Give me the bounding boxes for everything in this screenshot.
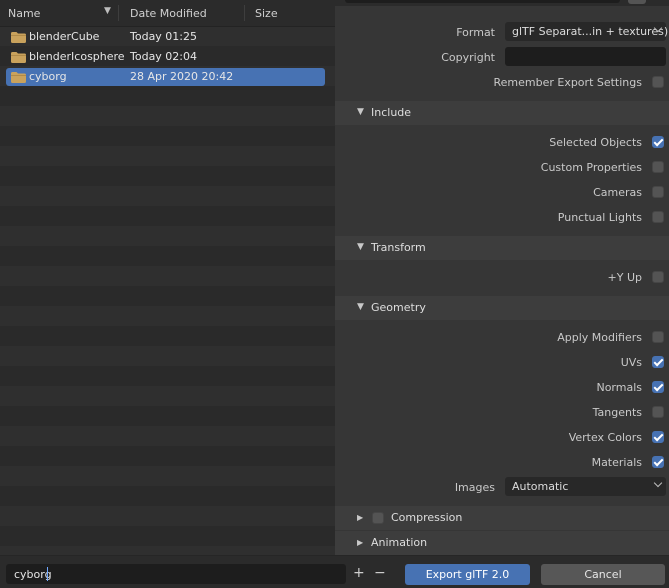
- compression-title: Compression: [391, 511, 463, 524]
- file-name: blenderCube: [29, 30, 100, 43]
- column-divider[interactable]: [118, 5, 119, 21]
- punctual-lights-label: Punctual Lights: [557, 211, 642, 224]
- column-name[interactable]: Name: [8, 7, 40, 20]
- export-options-panel: Format glTF Separat...in + textures) Cop…: [335, 0, 669, 555]
- file-date: Today 01:25: [130, 30, 198, 43]
- chevron-down-icon: [653, 478, 663, 488]
- file-row-blendericosphere[interactable]: blenderIcosphere Today 02:04: [6, 48, 325, 66]
- panel-top-button[interactable]: [628, 0, 646, 4]
- triangle-down-icon: ▼: [357, 302, 364, 312]
- export-gltf-button[interactable]: Export glTF 2.0: [405, 564, 530, 585]
- file-name: blenderIcosphere: [29, 50, 125, 63]
- normals-checkbox[interactable]: [652, 381, 664, 393]
- custom-properties-checkbox[interactable]: [652, 161, 664, 173]
- increment-filename-button[interactable]: +: [353, 565, 365, 581]
- animation-section-header[interactable]: ▶ Animation: [335, 531, 669, 555]
- vertex-colors-checkbox[interactable]: [652, 431, 664, 443]
- file-row-blendercube[interactable]: blenderCube Today 01:25: [6, 28, 325, 46]
- materials-label: Materials: [591, 456, 642, 469]
- column-size[interactable]: Size: [255, 7, 278, 20]
- y-up-label: +Y Up: [607, 271, 642, 284]
- folder-icon: [11, 72, 26, 83]
- images-label: Images: [454, 481, 495, 494]
- file-row-cyborg[interactable]: cyborg 28 Apr 2020 20:42: [6, 68, 325, 86]
- tangents-label: Tangents: [592, 406, 642, 419]
- cameras-label: Cameras: [593, 186, 642, 199]
- file-name: cyborg: [29, 70, 67, 83]
- vertex-colors-label: Vertex Colors: [568, 431, 642, 444]
- triangle-down-icon: ▼: [357, 242, 364, 252]
- file-dialog-footer: + − Export glTF 2.0 Cancel: [0, 555, 669, 588]
- apply-modifiers-label: Apply Modifiers: [557, 331, 642, 344]
- selected-objects-checkbox[interactable]: [652, 136, 664, 148]
- cameras-checkbox[interactable]: [652, 186, 664, 198]
- geometry-section-header[interactable]: ▼ Geometry: [335, 296, 669, 320]
- selected-objects-label: Selected Objects: [549, 136, 642, 149]
- animation-title: Animation: [371, 536, 428, 549]
- tangents-checkbox[interactable]: [652, 406, 664, 418]
- transform-section-header[interactable]: ▼ Transform: [335, 236, 669, 260]
- triangle-right-icon: ▶: [357, 538, 364, 547]
- column-date-modified[interactable]: Date Modified: [130, 7, 207, 20]
- text-cursor: [47, 567, 48, 581]
- filename-input[interactable]: [6, 564, 346, 584]
- file-date: Today 02:04: [130, 50, 198, 63]
- materials-checkbox[interactable]: [652, 456, 664, 468]
- file-list-header: Name ▼ Date Modified Size: [0, 0, 335, 27]
- uvs-checkbox[interactable]: [652, 356, 664, 368]
- triangle-right-icon: ▶: [357, 513, 364, 522]
- file-browser: Name ▼ Date Modified Size blenderCube To…: [0, 0, 335, 555]
- include-title: Include: [371, 106, 412, 119]
- format-label: Format: [456, 26, 495, 39]
- punctual-lights-checkbox[interactable]: [652, 211, 664, 223]
- file-date: 28 Apr 2020 20:42: [130, 70, 234, 83]
- folder-icon: [11, 32, 26, 43]
- format-value: glTF Separat...in + textures): [512, 25, 669, 38]
- y-up-checkbox[interactable]: [652, 271, 664, 283]
- normals-label: Normals: [596, 381, 642, 394]
- panel-top-strip: [335, 0, 669, 6]
- images-value: Automatic: [512, 480, 569, 493]
- copyright-field[interactable]: [505, 47, 666, 66]
- copyright-label: Copyright: [441, 51, 495, 64]
- sort-descending-icon[interactable]: ▼: [104, 6, 111, 16]
- compression-section-header[interactable]: ▶ Compression: [335, 506, 669, 530]
- custom-properties-label: Custom Properties: [540, 161, 642, 174]
- images-dropdown[interactable]: Automatic: [505, 477, 666, 496]
- remember-export-checkbox[interactable]: [652, 76, 664, 88]
- triangle-down-icon: ▼: [357, 107, 364, 117]
- column-divider[interactable]: [244, 5, 245, 21]
- folder-icon: [11, 52, 26, 63]
- compression-checkbox[interactable]: [372, 512, 384, 524]
- uvs-label: UVs: [620, 356, 642, 369]
- transform-title: Transform: [371, 241, 426, 254]
- cancel-button[interactable]: Cancel: [541, 564, 665, 585]
- geometry-title: Geometry: [371, 301, 426, 314]
- apply-modifiers-checkbox[interactable]: [652, 331, 664, 343]
- remember-export-label: Remember Export Settings: [493, 76, 642, 89]
- panel-scroll-edge: [345, 0, 620, 3]
- format-dropdown[interactable]: glTF Separat...in + textures): [505, 22, 669, 41]
- decrement-filename-button[interactable]: −: [374, 565, 386, 581]
- include-section-header[interactable]: ▼ Include: [335, 101, 669, 125]
